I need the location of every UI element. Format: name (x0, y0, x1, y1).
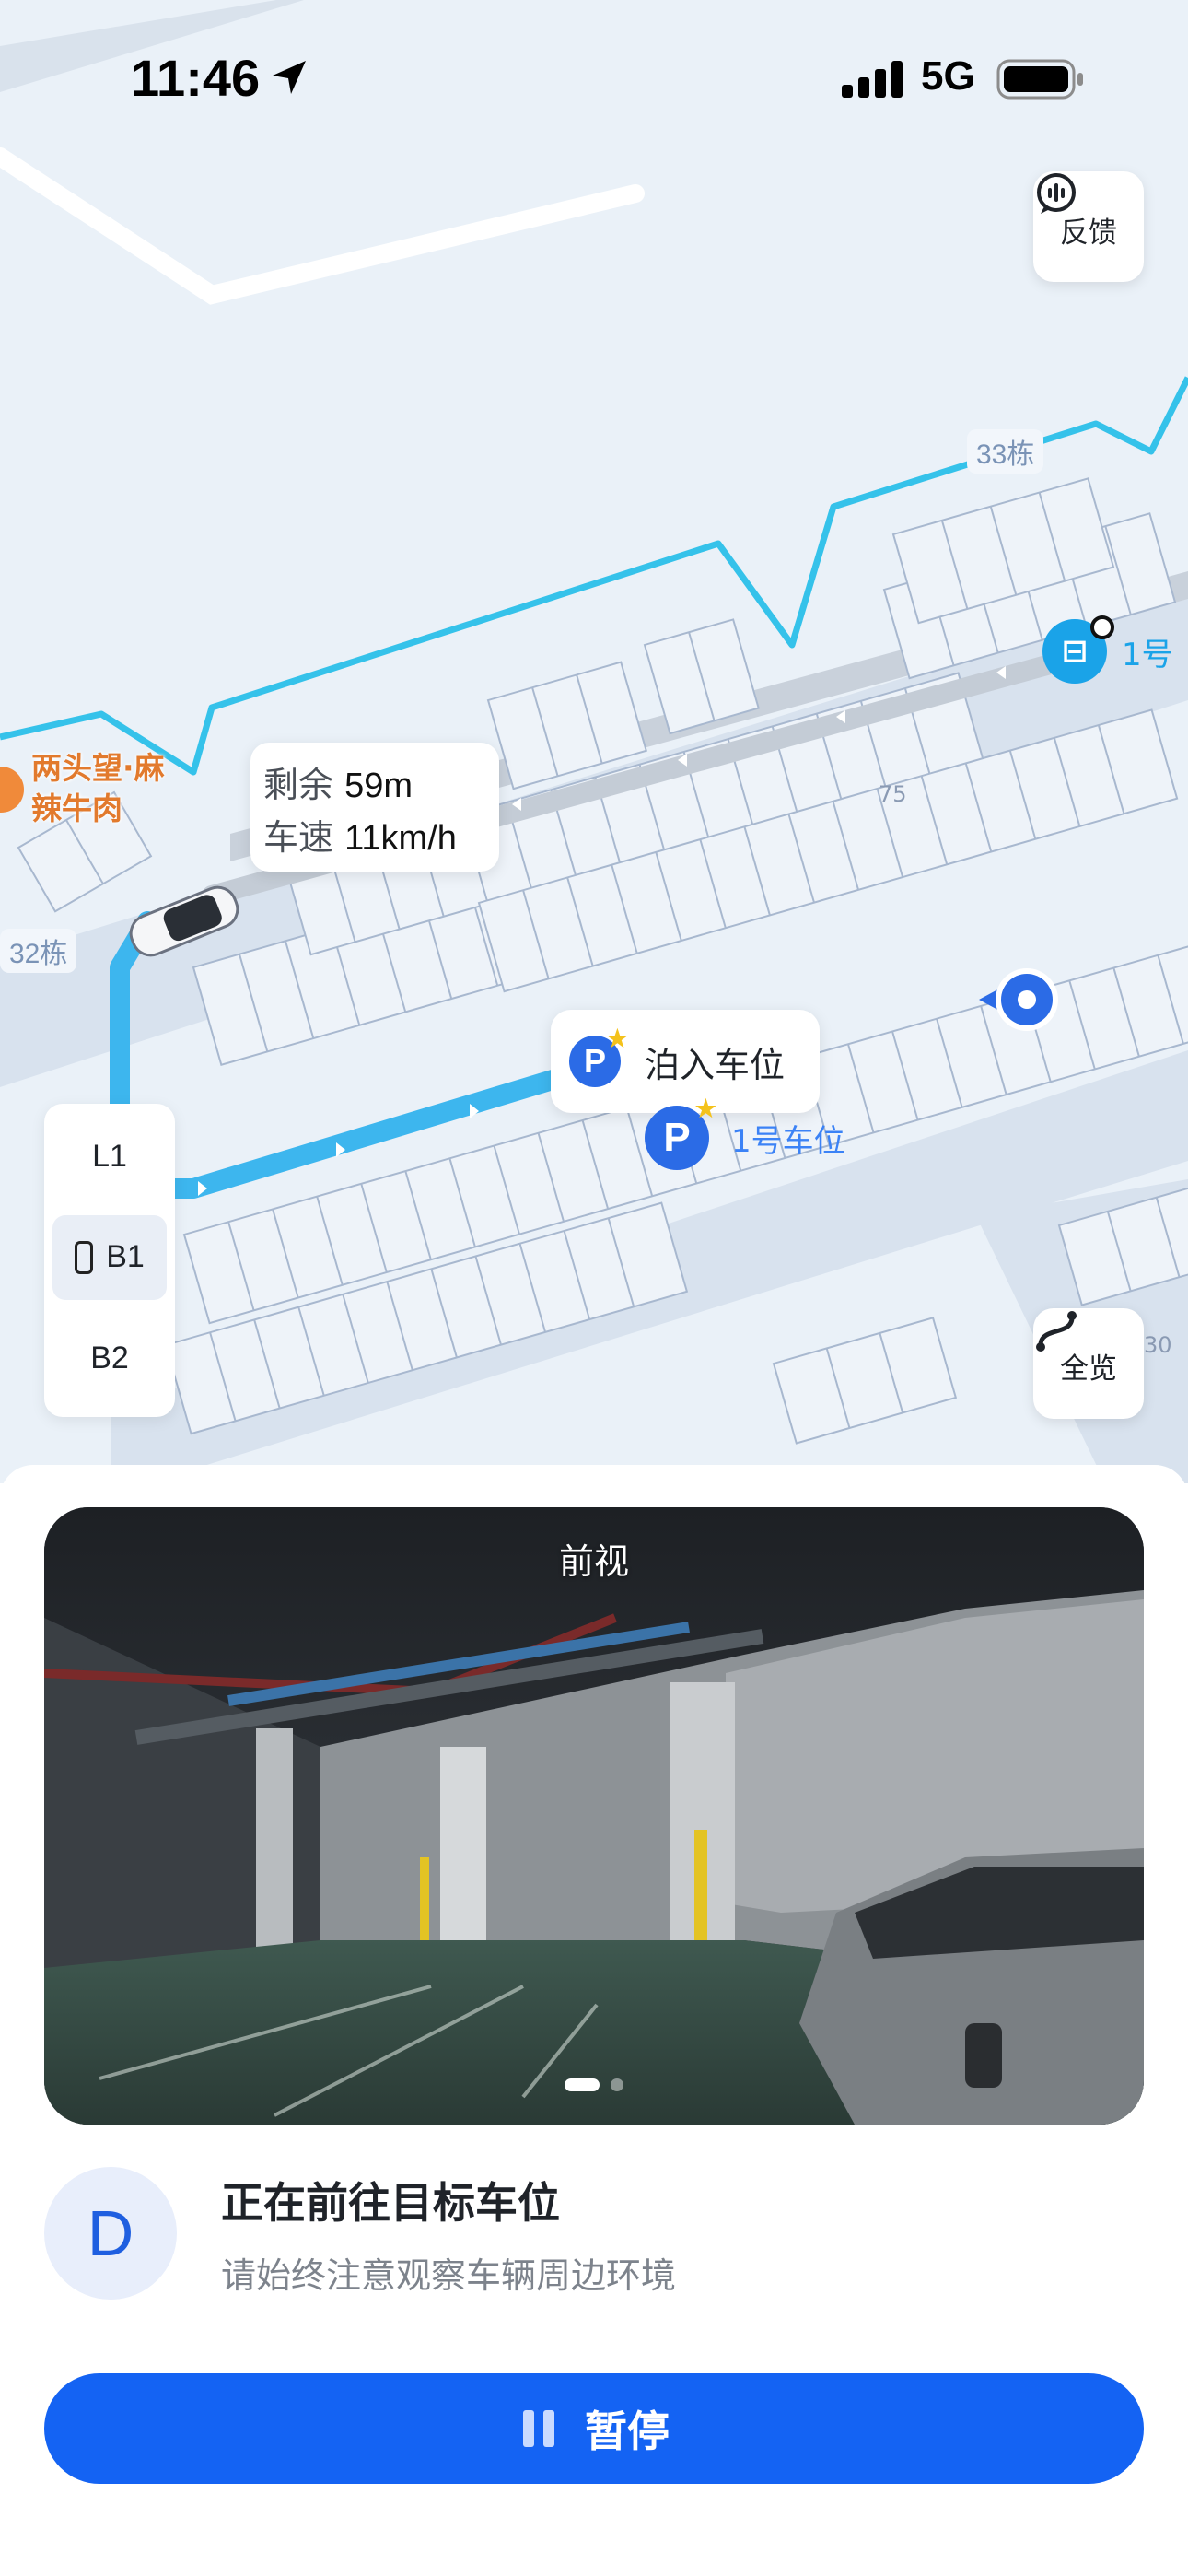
building-label-32: 32栋 (0, 929, 77, 973)
map-canvas (0, 0, 1188, 1483)
pager-dot-active[interactable] (565, 2078, 600, 2091)
status-subtitle: 请始终注意观察车辆周边环境 (221, 2254, 677, 2296)
remaining-label: 剩余 (263, 765, 334, 805)
gear-indicator: D (44, 2167, 177, 2300)
building-label-33: 33栋 (967, 429, 1044, 474)
gate-icon: ⊟ (1042, 615, 1114, 684)
floor-label: L1 (92, 1139, 127, 1175)
pause-label: 暂停 (585, 2407, 670, 2455)
map-number-label: 75 (879, 781, 907, 807)
map-number-label: 30 (1144, 1332, 1172, 1358)
parking-icon: P ★ (569, 1026, 628, 1087)
location-pin-icon (0, 767, 24, 813)
floor-option-b2[interactable]: B2 (52, 1317, 167, 1400)
poi-name-line: 辣牛肉 (31, 790, 122, 826)
status-time: 11:46 (131, 49, 261, 107)
feedback-icon (1037, 173, 1076, 214)
car-icon (75, 1240, 94, 1274)
front-camera-view[interactable]: 前视 (44, 1507, 1144, 2125)
overview-button[interactable]: 全览 (1033, 1308, 1144, 1419)
network-type: 5G (921, 53, 975, 99)
gate-label: 1号 (1122, 636, 1173, 673)
trip-info-bubble: 剩余 59m 车速 11km/h (250, 743, 499, 872)
speed-value: 11km/h (344, 819, 457, 858)
status-title: 正在前往目标车位 (221, 2177, 560, 2228)
target-spot-marker[interactable]: P ★ 1号车位 (645, 1096, 845, 1170)
parking-icon: P ★ (645, 1096, 716, 1170)
pager-dot[interactable] (611, 2078, 623, 2091)
camera-title: 前视 (558, 1541, 629, 1582)
park-in-label: 泊入车位 (645, 1044, 786, 1085)
battery-icon (996, 59, 1083, 100)
poi-name-line: 两头望·麻 (31, 750, 165, 786)
floor-option-b1[interactable]: B1 (52, 1215, 167, 1300)
floor-selector: L1 B1 B2 (44, 1104, 175, 1417)
parking-map[interactable]: 33栋 32栋 75 30 两头望·麻 辣牛肉 ⊟ 1号 剩余 59m 车速 1… (0, 0, 1188, 1483)
floor-label: B2 (90, 1340, 129, 1376)
pause-button[interactable]: 暂停 (44, 2373, 1144, 2484)
gate-marker[interactable]: ⊟ 1号 (1042, 615, 1173, 684)
location-arrow-icon (273, 61, 306, 94)
feedback-button[interactable]: 反馈 (1033, 171, 1144, 282)
poi-restaurant[interactable]: 两头望·麻 辣牛肉 (0, 748, 165, 829)
remaining-value: 59m (344, 767, 413, 805)
target-spot-label: 1号车位 (731, 1122, 845, 1160)
status-bar: 11:46 5G (0, 0, 1188, 157)
camera-pager[interactable] (44, 2078, 1144, 2091)
pause-icon (518, 2410, 559, 2447)
route-overview-icon (1036, 1311, 1077, 1352)
camera-image (44, 1507, 1144, 2125)
floor-label: B1 (106, 1239, 145, 1275)
park-in-bubble[interactable]: P ★ 泊入车位 (551, 1010, 820, 1113)
signal-icon (842, 61, 903, 98)
floor-option-l1[interactable]: L1 (52, 1115, 167, 1199)
driving-status: D 正在前往目标车位 请始终注意观察车辆周边环境 (44, 2167, 676, 2300)
speed-label: 车速 (263, 817, 334, 858)
